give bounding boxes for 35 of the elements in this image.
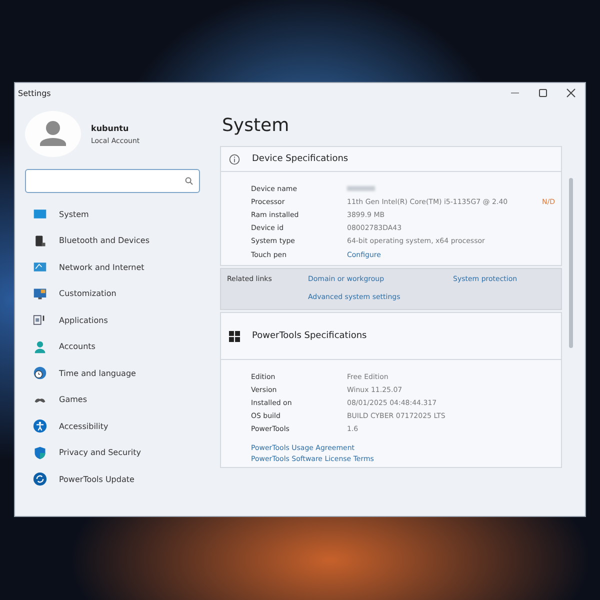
- search-icon: [185, 177, 193, 185]
- grid-icon: [229, 330, 240, 342]
- search-field[interactable]: [25, 169, 200, 193]
- sidebar-item[interactable]: Games: [25, 386, 200, 413]
- card-title: PowerTools Specifications: [252, 331, 367, 342]
- network-icon: [33, 260, 47, 274]
- accessibility-icon: [33, 419, 47, 434]
- update-icon: [33, 472, 47, 486]
- sidebar-item[interactable]: Network and Internet: [25, 254, 200, 280]
- devices-icon: [33, 234, 47, 248]
- sidebar-item[interactable]: Accounts: [25, 334, 200, 360]
- monitor-icon: [33, 207, 47, 222]
- monitor-icon: [33, 286, 47, 301]
- user-name: kubuntu: [91, 124, 130, 132]
- blurred-value: [347, 186, 375, 192]
- scrollbar-thumb[interactable]: [569, 178, 573, 348]
- sidebar-item[interactable]: Applications: [25, 307, 200, 334]
- avatar-icon: [25, 111, 81, 157]
- close-icon: [566, 88, 576, 98]
- card-title: Device Specifications: [252, 154, 348, 164]
- window-title: Settings: [18, 88, 51, 98]
- sidebar-item[interactable]: Bluetooth and Devices: [25, 228, 200, 254]
- sidebar-item[interactable]: Accessibility: [25, 413, 200, 440]
- globe-clock-icon: [33, 366, 47, 380]
- sidebar-item[interactable]: Customization: [25, 280, 200, 307]
- person-icon: [33, 340, 47, 354]
- page-title: System: [222, 115, 290, 136]
- sidebar-item[interactable]: PowerTools Update: [25, 466, 200, 492]
- sidebar-item[interactable]: System: [25, 201, 200, 228]
- sidebar-item[interactable]: Privacy and Security: [25, 440, 200, 466]
- apps-icon: [33, 313, 47, 328]
- info-icon: [229, 154, 240, 164]
- maximize-icon: [538, 88, 548, 98]
- sidebar-item[interactable]: Time and language: [25, 360, 200, 386]
- shield-icon: [33, 446, 47, 460]
